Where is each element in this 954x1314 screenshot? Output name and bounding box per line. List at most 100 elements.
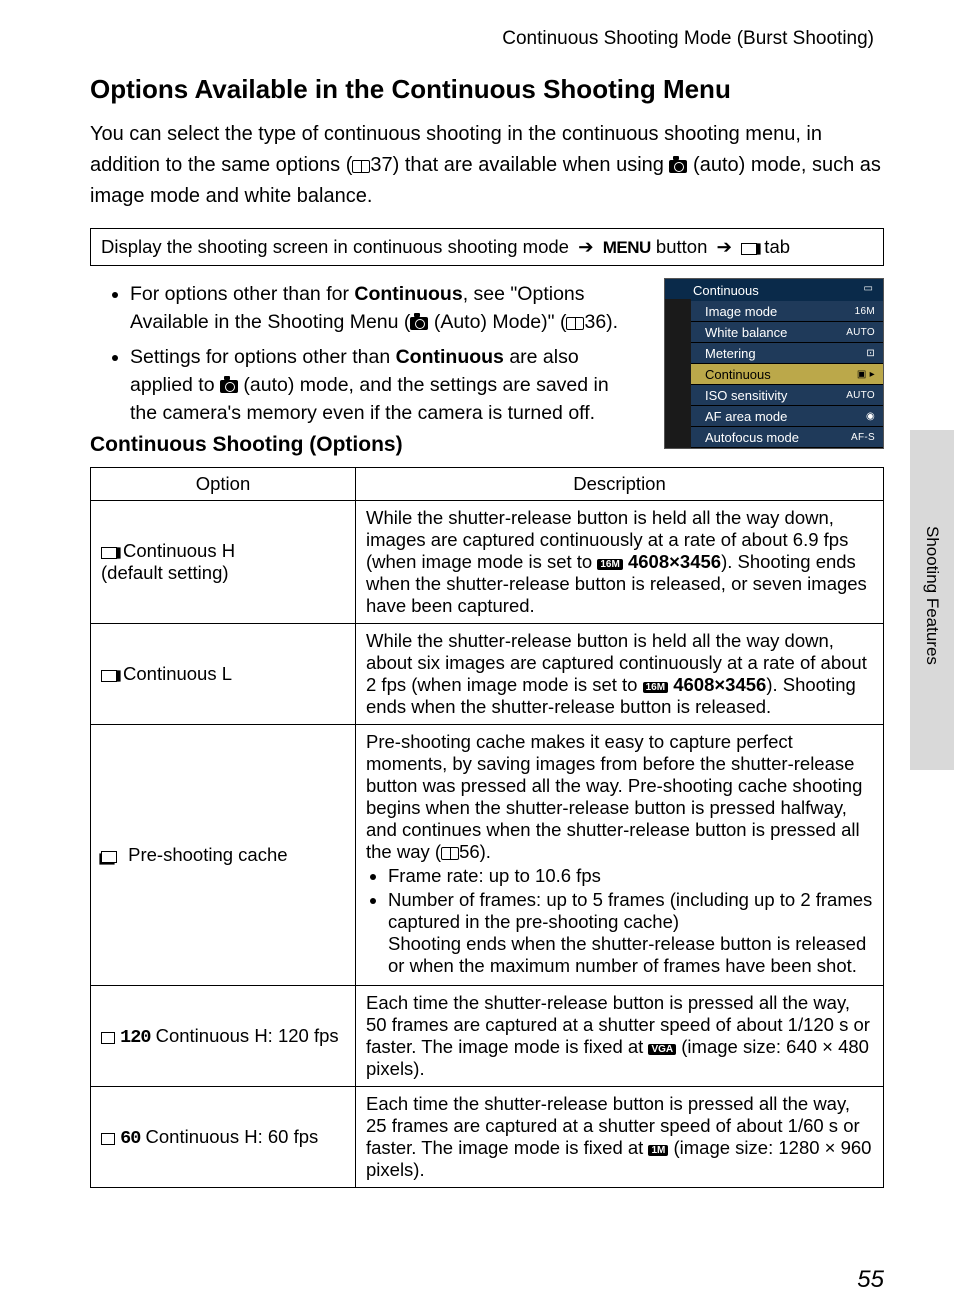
table-row: Continuous L While the shutter-release b… <box>91 624 884 725</box>
running-head: Continuous Shooting Mode (Burst Shooting… <box>90 28 884 50</box>
option-cell: Continuous L <box>91 624 356 725</box>
menu-item-label: White balance <box>705 325 787 340</box>
book-icon <box>352 160 370 173</box>
camera-icon <box>669 160 687 173</box>
menu-item-label: Autofocus mode <box>705 430 799 445</box>
resolution-icon: VGA <box>648 1044 676 1055</box>
bullet-item: For options other than for Continuous, s… <box>130 280 620 337</box>
nav-text-a: Display the shooting screen in continuou… <box>101 236 574 257</box>
continuous-l-icon <box>101 670 117 682</box>
burst-tab-icon <box>741 243 757 255</box>
option-cell: 60 Continuous H: 60 fps <box>91 1087 356 1188</box>
desc-text: Number of frames: up to 5 frames (includ… <box>388 889 872 932</box>
arrow-icon: ➔ <box>574 236 598 257</box>
table-row: 60 Continuous H: 60 fps Each time the sh… <box>91 1087 884 1188</box>
menu-item: White balance AUTO <box>665 322 883 343</box>
option-cell: Pre-shooting cache <box>91 725 356 986</box>
bullet-item: Settings for options other than Continuo… <box>130 343 620 428</box>
menu-path-box: Display the shooting screen in continuou… <box>90 228 884 266</box>
menu-item: Continuous ▣ ▸ <box>665 364 883 385</box>
menu-item: AF area mode ◉ <box>665 406 883 427</box>
continuous-h-icon <box>101 547 117 559</box>
menu-item-badge: AUTO <box>846 390 875 401</box>
bullet-list: For options other than for Continuous, s… <box>108 280 638 427</box>
page-number: 55 <box>857 1266 884 1294</box>
menu-item-badge: 16M <box>855 306 875 317</box>
option-cell: Continuous H (default setting) <box>91 501 356 624</box>
menu-left-rail <box>665 299 691 448</box>
menu-item: Image mode 16M <box>665 301 883 322</box>
menu-item-label: AF area mode <box>705 409 787 424</box>
intro-text-b: ) that are available when using <box>393 154 670 176</box>
bullet-text: ). <box>606 311 618 333</box>
hs-number: 60 <box>120 1128 140 1149</box>
desc-bold: 4608×3456 <box>668 674 766 695</box>
options-table: Option Description Continuous H (default… <box>90 467 884 1188</box>
desc-ref: 56 <box>459 841 480 862</box>
option-label: Pre-shooting cache <box>128 844 287 865</box>
table-row: Continuous H (default setting) While the… <box>91 501 884 624</box>
menu-item-badge: ▣ ▸ <box>857 369 875 380</box>
hs-frame-icon <box>101 1133 115 1145</box>
arrow-icon: ➔ <box>713 236 737 257</box>
camera-icon <box>410 317 428 330</box>
hs-number: 120 <box>120 1027 150 1048</box>
intro-paragraph: You can select the type of continuous sh… <box>90 119 884 212</box>
menu-button-label: MENU <box>603 238 651 257</box>
menu-item-badge: ⊡ <box>866 348 875 359</box>
option-label: Continuous H: 120 fps <box>156 1025 339 1046</box>
resolution-icon: 16M <box>643 682 668 693</box>
camera-icon <box>220 380 238 393</box>
book-icon <box>566 317 584 330</box>
table-row: 120 Continuous H: 120 fps Each time the … <box>91 986 884 1087</box>
menu-item-badge: ◉ <box>866 411 875 422</box>
desc-list-item: Frame rate: up to 10.6 fps <box>388 865 873 887</box>
nav-text-c: tab <box>759 236 790 257</box>
menu-item: ISO sensitivity AUTO <box>665 385 883 406</box>
menu-screenshot-title: Continuous ▭ <box>665 279 883 301</box>
desc-list-item: Number of frames: up to 5 frames (includ… <box>388 889 873 977</box>
side-tab: Shooting Features <box>910 430 954 770</box>
menu-item-badge: AUTO <box>846 327 875 338</box>
battery-icon: ▭ <box>864 283 873 294</box>
desc-text: Shooting ends when the shutter-release b… <box>388 933 866 976</box>
menu-item-label: Image mode <box>705 304 777 319</box>
desc-text: ). <box>480 841 491 862</box>
bullet-bold: Continuous <box>396 346 504 368</box>
menu-item: Metering ⊡ <box>665 343 883 364</box>
table-row: Pre-shooting cache Pre-shooting cache ma… <box>91 725 884 986</box>
option-label: Continuous H: 60 fps <box>146 1126 319 1147</box>
option-sublabel: (default setting) <box>101 562 229 583</box>
description-cell: Each time the shutter-release button is … <box>356 1087 884 1188</box>
option-label: Continuous L <box>123 663 232 684</box>
section-title: Options Available in the Continuous Shoo… <box>90 74 884 105</box>
menu-item-label: Continuous <box>705 367 771 382</box>
option-label: Continuous H <box>123 540 235 561</box>
menu-item-label: ISO sensitivity <box>705 388 787 403</box>
menu-item-badge: AF-S <box>851 432 875 443</box>
camera-menu-screenshot: Continuous ▭ Image mode 16M White balance A… <box>664 278 884 449</box>
bullet-text: Settings for options other than <box>130 346 396 368</box>
desc-bold: 4608×3456 <box>623 551 721 572</box>
side-tab-label: Shooting Features <box>922 526 942 665</box>
description-cell: Each time the shutter-release button is … <box>356 986 884 1087</box>
description-cell: Pre-shooting cache makes it easy to capt… <box>356 725 884 986</box>
nav-text-b: button <box>651 236 713 257</box>
intro-ref: 37 <box>370 154 392 176</box>
bullet-ref: 36 <box>584 311 606 333</box>
resolution-icon: 1M <box>648 1145 668 1156</box>
resolution-icon: 16M <box>597 559 622 570</box>
desc-text: Pre-shooting cache makes it easy to capt… <box>366 731 862 862</box>
menu-item-label: Metering <box>705 346 756 361</box>
pre-shooting-cache-icon <box>101 851 117 863</box>
bullet-text: (Auto) Mode)" ( <box>428 311 566 333</box>
table-header-option: Option <box>91 468 356 501</box>
book-icon <box>441 847 459 860</box>
menu-title-text: Continuous <box>693 283 759 298</box>
bullet-text: For options other than for <box>130 283 354 305</box>
description-cell: While the shutter-release button is held… <box>356 501 884 624</box>
menu-item: Autofocus mode AF-S <box>665 427 883 448</box>
bullet-bold: Continuous <box>354 283 462 305</box>
hs-frame-icon <box>101 1032 115 1044</box>
description-cell: While the shutter-release button is held… <box>356 624 884 725</box>
